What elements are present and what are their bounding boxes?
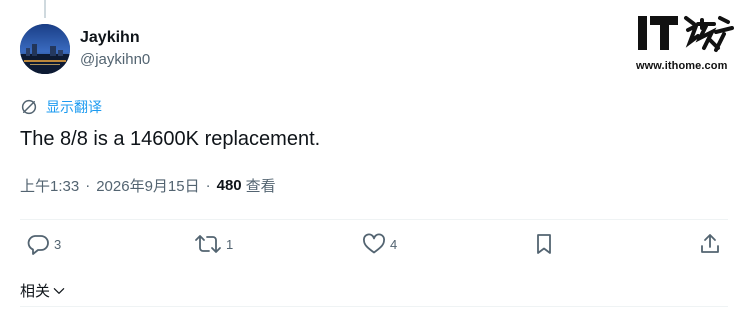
thread-connector-line (44, 0, 46, 18)
ithome-logo (638, 16, 734, 52)
share-button[interactable] (698, 232, 722, 256)
tweet-meta: 上午1:33 · 2026年9月15日 · 480 查看 (20, 175, 276, 196)
meta-separator: · (85, 177, 91, 194)
meta-separator: · (205, 177, 211, 194)
retweet-icon (195, 235, 221, 253)
avatar[interactable] (20, 24, 70, 74)
related-label: 相关 (20, 283, 51, 300)
translate-label: 显示翻译 (46, 99, 102, 115)
avatar-image (20, 24, 70, 74)
retweet-button[interactable]: 1 (194, 232, 233, 256)
reply-icon (27, 235, 49, 255)
bookmark-icon (537, 234, 551, 254)
like-icon (363, 233, 385, 254)
divider (20, 306, 728, 307)
author-handle[interactable]: @jaykihn0 (80, 50, 150, 70)
author-info: Jaykihn @jaykihn0 (80, 28, 150, 70)
tweet-date[interactable]: 2026年9月15日 (96, 175, 199, 196)
like-button[interactable]: 4 (362, 232, 397, 256)
translate-link[interactable]: 显示翻译 (20, 97, 102, 117)
action-bar: 3 1 4 (20, 232, 728, 266)
reply-count: 3 (54, 236, 62, 252)
author-display-name[interactable]: Jaykihn (80, 28, 150, 48)
views-label: 查看 (245, 178, 276, 195)
translate-icon (21, 99, 37, 115)
chevron-down-icon (53, 287, 65, 294)
divider (20, 219, 728, 220)
related-toggle[interactable]: 相关 (20, 280, 66, 301)
reply-button[interactable]: 3 (26, 232, 61, 256)
retweet-count: 1 (226, 236, 234, 252)
watermark-url: www.ithome.com (636, 60, 728, 72)
ithome-watermark: www.ithome.com (636, 14, 738, 74)
share-icon (701, 234, 719, 253)
like-count: 4 (390, 236, 398, 252)
views-count: 480 (216, 177, 242, 194)
tweet-time[interactable]: 上午1:33 (20, 175, 79, 196)
tweet-text: The 8/8 is a 14600K replacement. (20, 128, 321, 150)
bookmark-button[interactable] (532, 232, 556, 256)
